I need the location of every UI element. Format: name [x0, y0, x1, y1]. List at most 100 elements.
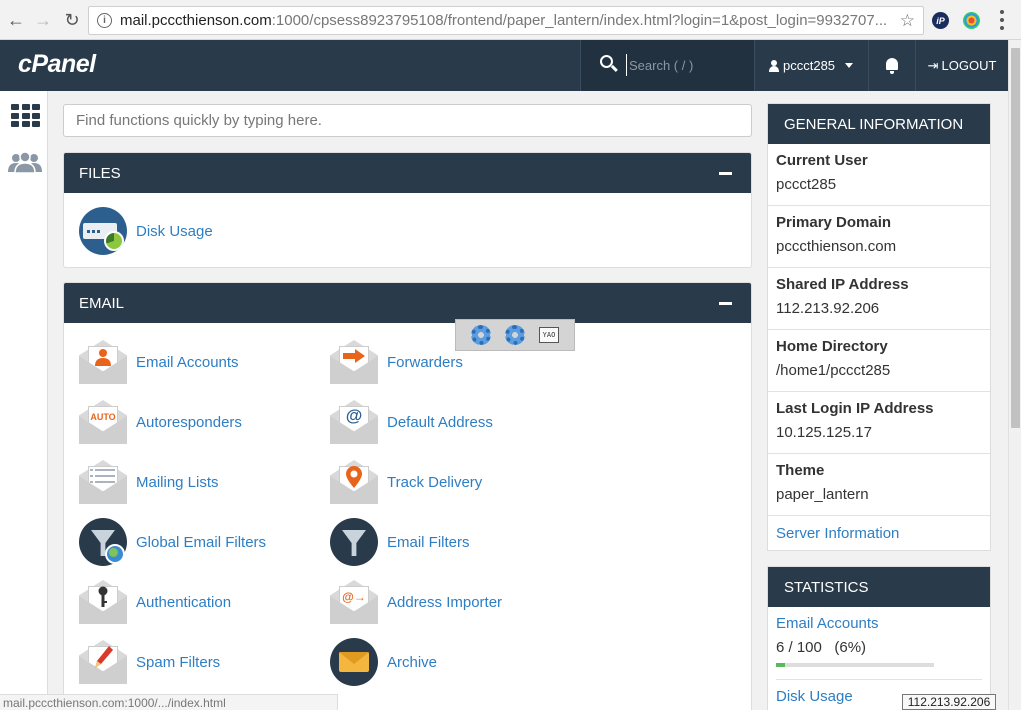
general-information-panel: GENERAL INFORMATION Current User pccct28…	[767, 103, 991, 551]
spam-filters-link[interactable]: Spam Filters	[79, 637, 220, 687]
email-panel-title: EMAIL	[79, 294, 125, 312]
email-accounts-link[interactable]: Email Accounts	[79, 337, 239, 387]
site-info-icon[interactable]: i	[97, 13, 112, 28]
default-address-label: Default Address	[387, 413, 493, 431]
global-email-filters-icon	[79, 518, 127, 566]
statistics-panel: STATISTICS Email Accounts 6 / 100 (6%) D…	[767, 566, 991, 710]
authentication-icon	[79, 578, 127, 626]
address-importer-icon: @→	[330, 578, 378, 626]
notifications-button[interactable]	[868, 40, 916, 91]
stats-email-accounts: Email Accounts 6 / 100 (6%)	[768, 607, 990, 680]
email-accounts-label: Email Accounts	[136, 353, 239, 371]
header-search-input[interactable]	[626, 54, 746, 76]
username-label: pccct285	[783, 58, 836, 73]
disk-usage-icon	[79, 207, 127, 255]
forwarders-icon	[330, 338, 378, 386]
cpanel-header: cPanel pccct285 ⇥ LOGOUT	[0, 40, 1008, 91]
info-value: 10.125.125.17	[776, 424, 872, 441]
info-value: /home1/pccct285	[776, 362, 891, 379]
gear-icon[interactable]	[505, 325, 525, 345]
email-panel: EMAIL Email Accounts Forwarders AUTO Aut…	[63, 282, 752, 710]
info-row: Last Login IP Address 10.125.125.17	[768, 392, 990, 454]
info-value: 112.213.92.206	[776, 300, 880, 317]
mailing-lists-link[interactable]: Mailing Lists	[79, 457, 219, 507]
gear-icon[interactable]	[471, 325, 491, 345]
email-filters-icon	[330, 518, 378, 566]
quick-search-input[interactable]	[63, 104, 752, 137]
disk-usage-link[interactable]: Disk Usage	[79, 206, 213, 256]
info-value: pcccthienson.com	[776, 238, 897, 255]
default-address-link[interactable]: @ Default Address	[330, 397, 493, 447]
logout-label: LOGOUT	[941, 58, 997, 73]
archive-link[interactable]: Archive	[330, 637, 437, 687]
back-arrow-icon[interactable]: ←	[3, 7, 29, 33]
chevron-down-icon	[845, 63, 854, 68]
keyboard-icon[interactable]: YAO	[539, 327, 559, 343]
header-search	[580, 40, 755, 91]
address-importer-link[interactable]: @→ Address Importer	[330, 577, 502, 627]
disk-usage-label: Disk Usage	[136, 222, 213, 240]
url-path: :1000/cpsess8923795108/frontend/paper_la…	[271, 12, 888, 29]
info-row: Primary Domain pcccthienson.com	[768, 206, 990, 268]
global-email-filters-label: Global Email Filters	[136, 533, 267, 551]
address-importer-label: Address Importer	[387, 593, 503, 611]
email-accounts-progress-fill	[776, 663, 786, 667]
status-bar-url: mail.pcccthienson.com:1000/.../index.htm…	[0, 694, 338, 710]
email-filters-label: Email Filters	[387, 533, 470, 551]
info-label: Primary Domain	[776, 214, 892, 231]
ip-extension-icon[interactable]: iP	[932, 12, 949, 29]
info-label: Home Directory	[776, 338, 888, 355]
color-extension-icon[interactable]	[963, 12, 980, 29]
info-label: Current User	[776, 152, 868, 169]
server-information-link[interactable]: Server Information	[768, 516, 990, 551]
forwarders-label: Forwarders	[387, 353, 463, 371]
bell-icon	[885, 57, 899, 74]
logout-icon: ⇥	[927, 57, 939, 73]
info-value: pccct285	[776, 176, 837, 193]
scrollbar-thumb[interactable]	[1011, 48, 1020, 428]
forward-arrow-icon[interactable]: →	[30, 7, 56, 33]
home-grid-icon[interactable]	[11, 104, 40, 127]
autoresponders-icon: AUTO	[79, 398, 127, 446]
email-accounts-icon	[79, 338, 127, 386]
address-bar[interactable]: i mail.pcccthienson.com:1000/cpsess89237…	[88, 6, 924, 35]
authentication-link[interactable]: Authentication	[79, 577, 231, 627]
info-label: Shared IP Address	[776, 276, 909, 293]
email-filters-link[interactable]: Email Filters	[330, 517, 470, 567]
collapse-icon[interactable]	[719, 172, 732, 175]
collapse-icon[interactable]	[719, 302, 732, 305]
email-panel-header[interactable]: EMAIL	[64, 283, 751, 323]
user-icon	[768, 59, 780, 72]
spam-filters-label: Spam Filters	[136, 653, 221, 671]
stats-email-accounts-link[interactable]: Email Accounts	[776, 615, 982, 632]
logout-button[interactable]: ⇥ LOGOUT	[916, 40, 1008, 91]
general-information-header: GENERAL INFORMATION	[768, 104, 990, 144]
user-menu[interactable]: pccct285	[756, 40, 868, 91]
stats-email-accounts-value: 6 / 100 (6%)	[776, 639, 867, 656]
ip-tooltip: 112.213.92.206	[902, 694, 996, 710]
archive-icon	[330, 638, 378, 686]
url-host: mail.pcccthienson.com	[120, 12, 272, 29]
global-email-filters-link[interactable]: Global Email Filters	[79, 517, 266, 567]
mailing-lists-label: Mailing Lists	[136, 473, 219, 491]
track-delivery-icon	[330, 458, 378, 506]
info-value: paper_lantern	[776, 486, 869, 503]
files-panel-header[interactable]: FILES	[64, 153, 751, 193]
reload-icon[interactable]: ↻	[59, 7, 85, 33]
floating-toolbar: YAO	[455, 319, 575, 351]
bookmark-star-icon[interactable]: ☆	[895, 11, 915, 31]
page-scrollbar[interactable]	[1008, 40, 1021, 710]
track-delivery-link[interactable]: Track Delivery	[330, 457, 482, 507]
autoresponders-label: Autoresponders	[136, 413, 242, 431]
info-row: Shared IP Address 112.213.92.206	[768, 268, 990, 330]
user-manager-icon[interactable]	[7, 151, 43, 173]
browser-menu-icon[interactable]	[996, 10, 1008, 30]
autoresponders-link[interactable]: AUTO Autoresponders	[79, 397, 242, 447]
info-row: Theme paper_lantern	[768, 454, 990, 516]
email-accounts-progress	[776, 663, 934, 667]
cpanel-logo[interactable]: cPanel	[18, 50, 96, 79]
archive-label: Archive	[387, 653, 438, 671]
forwarders-link[interactable]: Forwarders	[330, 337, 463, 387]
info-row: Home Directory /home1/pccct285	[768, 330, 990, 392]
left-sidebar	[0, 91, 48, 710]
